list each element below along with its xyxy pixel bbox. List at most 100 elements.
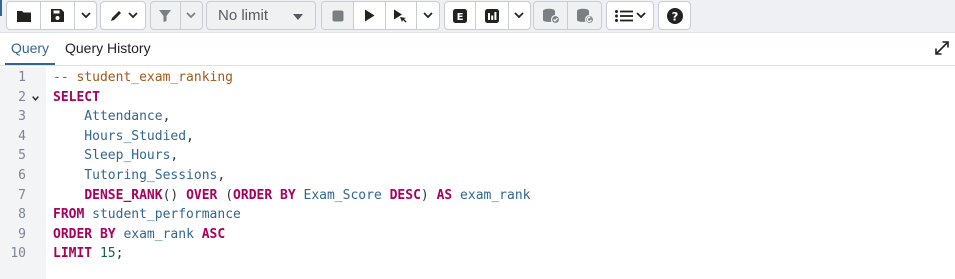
line-number: 5 [18,148,26,164]
transaction-button-group [533,1,602,30]
code-text: Sleep_Hours, [53,146,178,166]
code-token: , [170,148,179,164]
code-token: DENSE_RANK [84,187,163,203]
help-button[interactable]: ? [659,2,690,29]
execute-options-icon [394,9,407,22]
caret-down-icon [293,14,303,20]
chevron-down-icon [186,12,197,19]
play-icon [365,9,375,22]
code-line: 1 -- student_exam_ranking [0,68,955,88]
execute-dropdown-button[interactable] [417,2,439,29]
line-number: 9 [18,226,26,242]
code-line: 6 Tutoring_Sessions, [0,166,955,186]
filter-button-group [150,1,203,30]
code-token: () [162,187,187,203]
code-token: -- student_exam_ranking [53,70,234,85]
code-token: ( [217,187,234,203]
query-tabs: Query Query History [0,34,955,66]
code-line: 7 DENSE_RANK() OVER (ORDER BY Exam_Score… [0,186,955,206]
code-line: 9 ORDER BY exam_rank ASC [0,225,955,245]
svg-text:E: E [457,12,464,23]
code-text: Attendance, [53,107,170,127]
explain-button[interactable]: E [445,2,477,29]
code-line: 2 SELECT [0,88,955,108]
filter-icon [159,9,172,22]
code-line: 5 Sleep_Hours, [0,146,955,166]
code-token: LIMIT [53,246,93,262]
row-limit-value: No limit [218,7,269,24]
macros-button[interactable] [607,2,653,29]
file-button-group [6,1,97,30]
code-token: ASC [201,226,226,242]
code-text: Hours_Studied, [53,127,194,147]
code-token: Attendance [53,109,163,125]
code-text: LIMIT 15; [53,244,123,264]
code-token: , [186,128,194,144]
line-number: 6 [18,167,26,183]
sql-editor[interactable]: 1 -- student_exam_ranking 2 SELECT 3 Attenda… [0,67,955,279]
svg-text:?: ? [671,9,678,23]
code-text: SELECT [53,88,100,108]
code-text: Tutoring_Sessions, [53,166,225,186]
stop-icon [332,10,344,21]
list-icon [614,9,633,22]
filter-button[interactable] [151,2,181,29]
line-number: 10 [10,246,26,262]
code-token: ; [115,246,124,262]
explain-icon: E [453,8,468,23]
edit-button-group [100,1,146,30]
save-file-button[interactable] [41,2,75,29]
query-toolbar: No limit E ? [0,0,955,33]
explain-button-group: E [444,1,531,30]
help-button-group: ? [658,1,691,30]
panel-edge-marker [0,0,2,16]
stop-button[interactable] [322,2,355,29]
chevron-down-icon [514,12,524,19]
macros-button-group [606,1,654,30]
chevron-down-icon [423,12,433,19]
commit-button[interactable] [534,2,568,29]
line-number: 8 [18,207,26,223]
code-token: 15 [99,246,116,262]
execute-button-group [321,1,440,30]
rollback-button[interactable] [568,2,601,29]
row-limit-select[interactable]: No limit [206,1,316,30]
explain-analyze-button[interactable] [476,2,509,29]
fold-toggle-icon[interactable] [32,95,39,102]
execute-button[interactable] [354,2,386,29]
open-file-button[interactable] [7,2,41,29]
expand-icon[interactable] [935,41,949,55]
code-text: FROM student_performance [53,205,241,225]
chevron-down-icon [80,12,91,19]
line-number: 7 [18,187,26,203]
explain-dropdown-button[interactable] [509,2,530,29]
code-token: SELECT [53,89,100,105]
line-number: 1 [18,70,26,85]
code-token: DESC [389,187,421,203]
code-token: student_performance [84,207,241,223]
database-rollback-icon [576,8,594,24]
tab-query[interactable]: Query [5,34,55,65]
tab-query-history[interactable]: Query History [65,34,151,65]
code-text: ORDER BY exam_rank ASC [53,225,225,245]
code-token: OVER [186,187,218,203]
code-text: -- student_exam_ranking [53,68,233,88]
code-token: exam_rank [115,226,202,242]
code-lines: 1 -- student_exam_ranking 2 SELECT 3 Attenda… [0,68,955,264]
code-token: ORDER BY [53,226,116,242]
database-check-icon [542,8,560,24]
line-number: 3 [18,109,26,125]
explain-analyze-icon [484,8,499,23]
code-token: Tutoring_Sessions [53,167,218,183]
code-line: 4 Hours_Studied, [0,127,955,147]
filter-dropdown-button[interactable] [181,2,202,29]
edit-menu-button[interactable] [101,2,145,29]
save-dropdown-button[interactable] [75,2,96,29]
execute-script-button[interactable] [386,2,418,29]
code-line: 10 LIMIT 15; [0,244,955,264]
folder-open-icon [16,10,31,22]
code-token: Exam_Score [295,187,390,203]
code-token: , [217,167,226,183]
